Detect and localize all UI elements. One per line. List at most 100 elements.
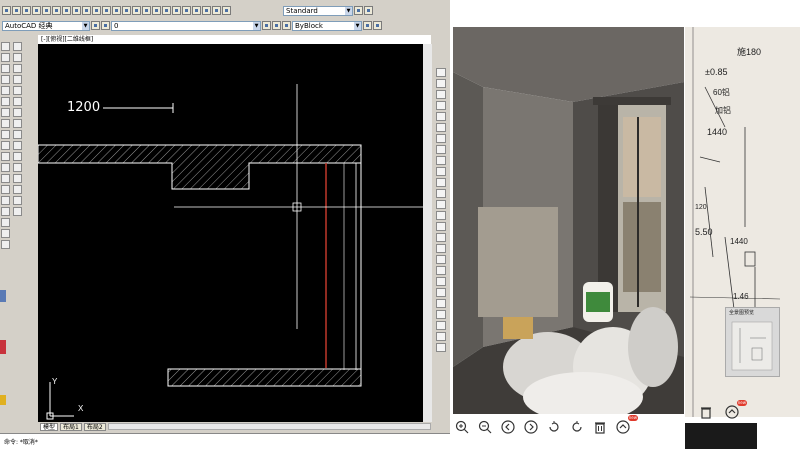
linetype-combo[interactable]: ByBlock ▼ <box>292 20 362 31</box>
tab-layout2[interactable]: 布局2 <box>83 422 106 431</box>
insert-block-icon[interactable] <box>1 163 10 172</box>
paste-icon[interactable] <box>82 6 91 15</box>
match-prop-icon[interactable] <box>92 6 101 15</box>
rectangle-icon[interactable] <box>1 86 10 95</box>
dim-diameter-icon[interactable] <box>436 134 446 143</box>
zoom-icon[interactable] <box>132 6 141 15</box>
point-icon[interactable] <box>1 185 10 194</box>
grid-icon[interactable] <box>436 288 446 297</box>
color-icon[interactable] <box>282 21 291 30</box>
drawing-viewport[interactable]: 1200 Y X <box>38 44 423 422</box>
mirror-icon[interactable] <box>13 64 22 73</box>
design-center-icon[interactable] <box>172 6 181 15</box>
redo-icon[interactable] <box>112 6 121 15</box>
polygon-icon[interactable] <box>1 75 10 84</box>
line-icon[interactable] <box>1 42 10 51</box>
more-icon[interactable]: new <box>614 415 638 436</box>
dim-text-edit-icon[interactable] <box>436 233 446 242</box>
array-icon[interactable] <box>13 86 22 95</box>
hatch-icon[interactable] <box>1 196 10 205</box>
fillet-icon[interactable] <box>13 196 22 205</box>
dim-style-icon[interactable] <box>354 6 363 15</box>
dim-style-control-icon[interactable] <box>436 255 446 264</box>
mtext-icon[interactable] <box>1 240 10 249</box>
tab-layout1[interactable]: 布局1 <box>60 422 82 431</box>
quick-dim-icon[interactable] <box>436 156 446 165</box>
command-line[interactable]: 命令: *取消* <box>0 433 450 449</box>
zoom-window-icon[interactable] <box>142 6 151 15</box>
dim-radius-icon[interactable] <box>436 112 446 121</box>
construction-line-icon[interactable] <box>1 53 10 62</box>
zoom-previous-icon[interactable] <box>152 6 161 15</box>
markup-icon[interactable] <box>202 6 211 15</box>
room-photo[interactable] <box>453 27 684 414</box>
dim-angular-icon[interactable] <box>436 145 446 154</box>
break-icon[interactable] <box>13 163 22 172</box>
snap-icon[interactable] <box>436 321 446 330</box>
ellipse-arc-icon[interactable] <box>1 152 10 161</box>
spline-icon[interactable] <box>1 130 10 139</box>
copy-object-icon[interactable] <box>13 53 22 62</box>
panorama-thumbnail[interactable]: 全景图预览 <box>725 307 780 377</box>
revcloud-icon[interactable] <box>1 119 10 128</box>
more-icon[interactable]: new <box>723 400 747 421</box>
dim-arc-icon[interactable] <box>436 90 446 99</box>
offset-icon[interactable] <box>13 75 22 84</box>
gradient-icon[interactable] <box>1 207 10 216</box>
zoom-out-icon[interactable] <box>476 418 494 436</box>
move-icon[interactable] <box>13 97 22 106</box>
lineweight-icon[interactable] <box>363 21 372 30</box>
tool-palettes-icon[interactable] <box>182 6 191 15</box>
publish-icon[interactable] <box>52 6 61 15</box>
dim-update-icon[interactable] <box>436 244 446 253</box>
extend-icon[interactable] <box>13 152 22 161</box>
dim-edit-icon[interactable] <box>436 222 446 231</box>
calculator-icon[interactable] <box>212 6 221 15</box>
print-icon[interactable] <box>32 6 41 15</box>
new-file-icon[interactable] <box>2 6 11 15</box>
rotate-icon[interactable] <box>13 108 22 117</box>
preview-icon[interactable] <box>42 6 51 15</box>
tab-model[interactable]: 模型 <box>40 422 59 431</box>
region-icon[interactable] <box>1 218 10 227</box>
tolerance-icon[interactable] <box>436 200 446 209</box>
dim-aligned-icon[interactable] <box>436 79 446 88</box>
polar-icon[interactable] <box>436 299 446 308</box>
table-icon[interactable] <box>1 229 10 238</box>
trim-icon[interactable] <box>13 141 22 150</box>
join-icon[interactable] <box>13 174 22 183</box>
table-style-icon[interactable] <box>364 6 373 15</box>
open-file-icon[interactable] <box>12 6 21 15</box>
rotate-right-icon[interactable] <box>568 418 586 436</box>
make-block-icon[interactable] <box>1 174 10 183</box>
layer-manager-icon[interactable] <box>91 21 100 30</box>
dim-linear-icon[interactable] <box>436 68 446 77</box>
sheet-set-icon[interactable] <box>192 6 201 15</box>
otrack-icon[interactable] <box>436 310 446 319</box>
stretch-icon[interactable] <box>13 130 22 139</box>
help-icon[interactable] <box>222 6 231 15</box>
layer-icon[interactable] <box>436 343 446 352</box>
copy-icon[interactable] <box>72 6 81 15</box>
workspace-combo[interactable]: AutoCAD 经典 ▼ <box>2 20 90 31</box>
zoom-in-icon[interactable] <box>453 418 471 436</box>
prev-icon[interactable] <box>499 418 517 436</box>
arc-icon[interactable] <box>1 97 10 106</box>
horizontal-scrollbar[interactable] <box>107 423 431 430</box>
make-current-icon[interactable] <box>262 21 271 30</box>
text-style-combo[interactable]: Standard ▼ <box>283 5 353 16</box>
ortho-icon[interactable] <box>436 266 446 275</box>
chamfer-icon[interactable] <box>13 185 22 194</box>
dim-baseline-icon[interactable] <box>436 167 446 176</box>
explode-icon[interactable] <box>13 207 22 216</box>
scale-icon[interactable] <box>13 119 22 128</box>
properties-icon[interactable] <box>162 6 171 15</box>
dim-ordinate-icon[interactable] <box>436 101 446 110</box>
rotate-left-icon[interactable] <box>545 418 563 436</box>
center-mark-icon[interactable] <box>436 211 446 220</box>
delete-icon[interactable] <box>591 418 609 436</box>
undo-icon[interactable] <box>102 6 111 15</box>
ellipse-icon[interactable] <box>1 141 10 150</box>
erase-icon[interactable] <box>13 42 22 51</box>
quick-leader-icon[interactable] <box>436 189 446 198</box>
